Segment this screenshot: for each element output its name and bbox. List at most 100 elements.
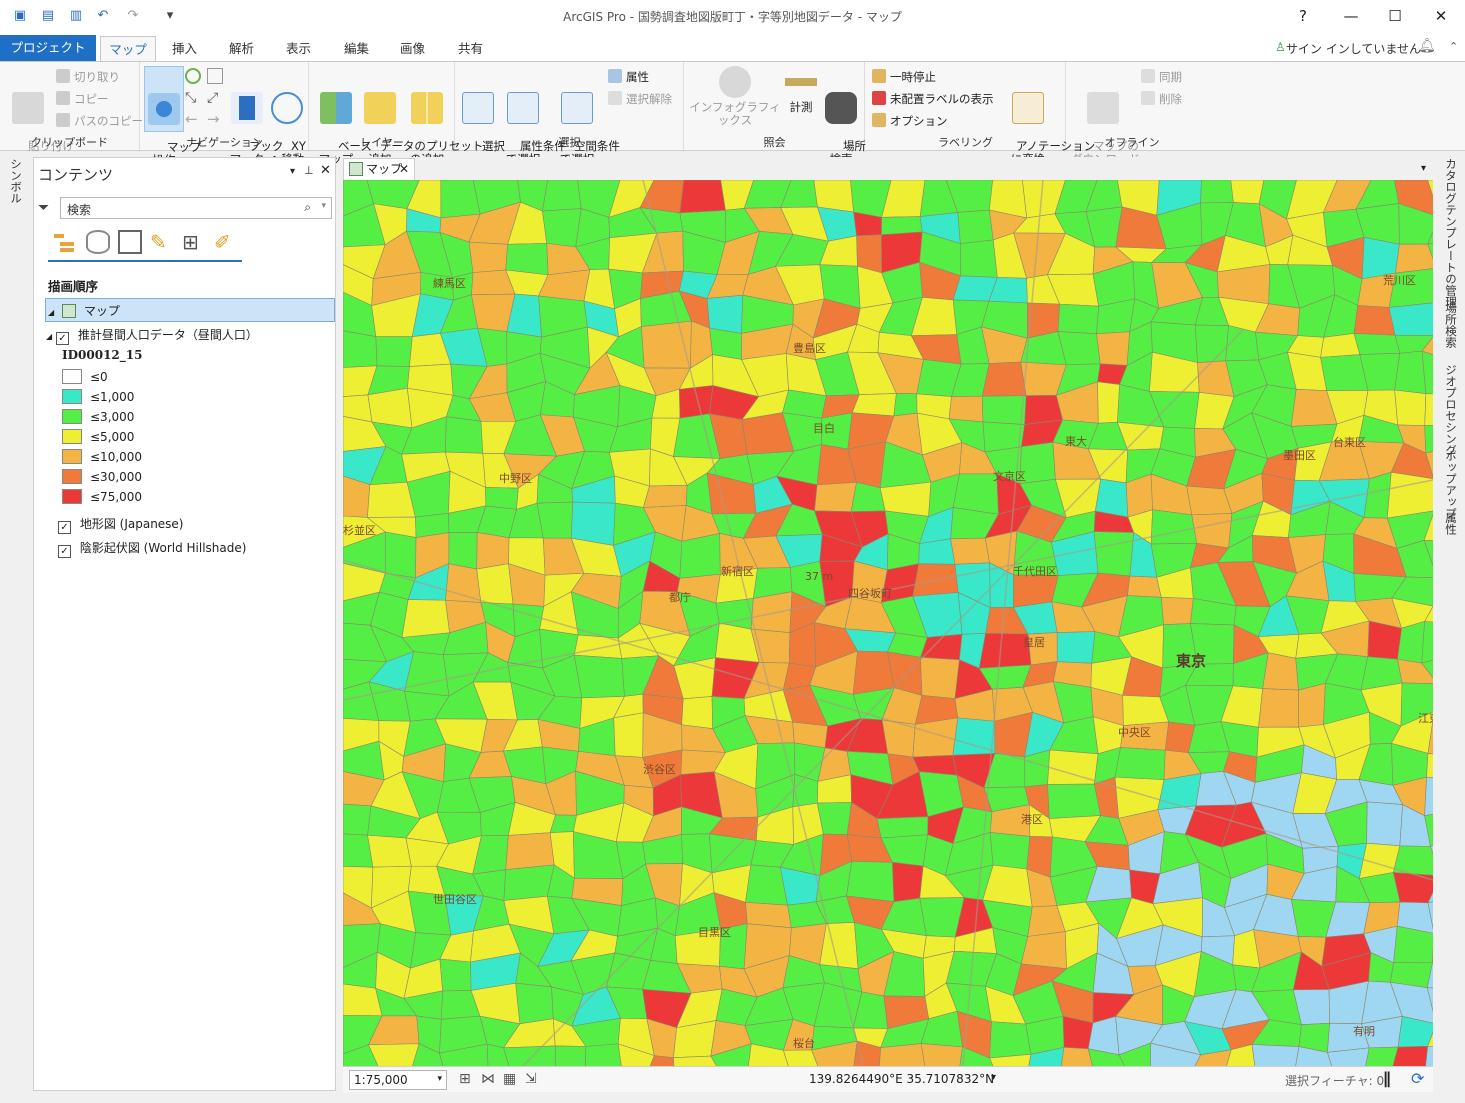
scale-dropdown-icon[interactable]: ▾ bbox=[437, 1074, 442, 1084]
copy-path-button[interactable]: パスのコピー bbox=[56, 112, 143, 130]
legend-class[interactable]: ≤75,000 bbox=[62, 489, 142, 504]
contents-search-input[interactable]: 検索 ⌕ ▾ bbox=[60, 197, 332, 219]
census-tract-polygon[interactable] bbox=[476, 563, 514, 605]
tab-symbology[interactable]: シンボル bbox=[8, 158, 24, 204]
census-tract-polygon[interactable] bbox=[960, 239, 998, 278]
census-tract-polygon[interactable] bbox=[1047, 783, 1102, 819]
census-tract-polygon[interactable] bbox=[485, 487, 519, 510]
census-tract-polygon[interactable] bbox=[719, 923, 748, 970]
census-tract-polygon[interactable] bbox=[1127, 575, 1162, 598]
census-tract-polygon[interactable] bbox=[367, 834, 412, 868]
layer-visibility-checkbox[interactable]: ✓ bbox=[58, 521, 71, 534]
coordinate-format-dropdown-icon[interactable]: ▾ bbox=[991, 1072, 996, 1083]
census-tract-polygon[interactable] bbox=[1424, 423, 1433, 454]
census-tract-polygon[interactable] bbox=[1394, 350, 1427, 395]
redo-icon[interactable]: ↷ bbox=[125, 8, 141, 24]
list-by-editing-icon[interactable]: ✎ bbox=[150, 230, 174, 254]
census-tract-polygon[interactable] bbox=[948, 395, 984, 423]
unplaced-labels-button[interactable]: 未配置ラベルの表示 bbox=[872, 90, 994, 108]
census-tract-polygon[interactable] bbox=[920, 657, 960, 699]
full-extent-icon[interactable] bbox=[185, 68, 201, 84]
census-tract-polygon[interactable] bbox=[401, 599, 450, 638]
census-tract-polygon[interactable] bbox=[375, 336, 413, 367]
census-tract-polygon[interactable] bbox=[851, 393, 897, 417]
pin-icon[interactable]: ⊥ bbox=[304, 164, 314, 177]
map-view-tab[interactable]: マップ ✕ bbox=[343, 158, 415, 180]
census-tract-polygon[interactable] bbox=[957, 209, 994, 244]
layer-visibility-checkbox[interactable]: ✓ bbox=[58, 545, 71, 558]
layer-topographic[interactable]: ✓ 地形図 (Japanese) bbox=[58, 515, 184, 534]
census-tract-polygon[interactable] bbox=[1200, 180, 1234, 204]
census-tract-polygon[interactable] bbox=[1230, 180, 1265, 205]
census-tract-polygon[interactable] bbox=[1019, 441, 1056, 484]
census-tract-polygon[interactable] bbox=[1097, 381, 1120, 424]
census-tract-polygon[interactable] bbox=[503, 1045, 556, 1066]
explore-button[interactable]: マップ 操作 bbox=[144, 66, 201, 167]
water-area[interactable] bbox=[1251, 1044, 1300, 1066]
census-tract-polygon[interactable] bbox=[515, 982, 554, 1025]
census-tract-polygon[interactable] bbox=[681, 696, 713, 730]
census-tract-polygon[interactable] bbox=[573, 634, 623, 659]
constraint-icon[interactable]: ⇲ bbox=[525, 1071, 537, 1087]
clear-selection-button[interactable]: 選択解除 bbox=[608, 90, 672, 108]
census-tract-polygon[interactable] bbox=[920, 1043, 963, 1066]
census-tract-polygon[interactable] bbox=[542, 180, 582, 212]
list-by-source-icon[interactable] bbox=[86, 230, 110, 254]
census-tract-polygon[interactable] bbox=[585, 1043, 623, 1066]
census-tract-polygon[interactable] bbox=[1114, 747, 1166, 781]
choropleth-map[interactable] bbox=[343, 180, 1433, 1066]
list-by-draw-order-icon[interactable] bbox=[52, 230, 76, 254]
next-extent-icon[interactable]: → bbox=[207, 110, 220, 128]
census-tract-polygon[interactable] bbox=[1258, 688, 1300, 728]
census-tract-polygon[interactable] bbox=[445, 563, 482, 603]
sync-button[interactable]: 同期 bbox=[1141, 68, 1182, 86]
layer-hillshade[interactable]: ✓ 陰影起伏図 (World Hillshade) bbox=[58, 539, 246, 558]
tab-catalog[interactable]: カタログ bbox=[1443, 158, 1459, 204]
tab-locate[interactable]: 場所検索 bbox=[1443, 302, 1459, 348]
census-tract-polygon[interactable] bbox=[679, 180, 726, 214]
census-tract-polygon[interactable] bbox=[570, 501, 616, 546]
fixed-zoom-icon[interactable] bbox=[207, 68, 223, 84]
census-tract-polygon[interactable] bbox=[1320, 333, 1361, 358]
tab-map[interactable]: マップ bbox=[100, 36, 156, 61]
census-tract-polygon[interactable] bbox=[814, 482, 857, 512]
legend-class[interactable]: ≤30,000 bbox=[62, 469, 142, 484]
census-tract-polygon[interactable] bbox=[1353, 305, 1396, 336]
census-tract-polygon[interactable] bbox=[1056, 631, 1096, 664]
attributes-button[interactable]: 属性 bbox=[608, 68, 649, 86]
tab-edit[interactable]: 編集 bbox=[336, 36, 377, 61]
census-tract-polygon[interactable] bbox=[1426, 753, 1433, 778]
water-area[interactable] bbox=[1366, 801, 1403, 847]
minimize-button[interactable]: — bbox=[1340, 6, 1362, 26]
legend-class[interactable]: ≤0 bbox=[62, 369, 108, 384]
census-tract-polygon[interactable] bbox=[679, 385, 714, 419]
census-tract-polygon[interactable] bbox=[1298, 682, 1326, 728]
snapping-icon[interactable]: ⋈ bbox=[481, 1071, 495, 1087]
open-project-icon[interactable]: ▤ bbox=[40, 8, 56, 24]
census-tract-polygon[interactable] bbox=[1024, 395, 1064, 425]
census-tract-polygon[interactable] bbox=[846, 860, 895, 903]
zoom-out-fixed-icon[interactable]: ⤢ bbox=[207, 90, 218, 106]
census-tract-polygon[interactable] bbox=[981, 395, 1027, 425]
census-tract-polygon[interactable] bbox=[1392, 845, 1433, 876]
legend-class[interactable]: ≤3,000 bbox=[62, 409, 134, 424]
census-tract-polygon[interactable] bbox=[978, 632, 1032, 669]
census-tract-polygon[interactable] bbox=[343, 803, 372, 836]
collapse-icon[interactable]: ◢ bbox=[48, 308, 54, 317]
census-tract-polygon[interactable] bbox=[1386, 471, 1433, 519]
census-tract-polygon[interactable] bbox=[989, 1021, 1032, 1059]
label-options-button[interactable]: オプション bbox=[872, 112, 948, 130]
census-tract-polygon[interactable] bbox=[1424, 393, 1433, 426]
census-tract-polygon[interactable] bbox=[1160, 596, 1194, 626]
maximize-button[interactable]: ☐ bbox=[1384, 6, 1406, 26]
layer-population[interactable]: ◢ ✓ 推計昼間人口データ（昼間人口） bbox=[46, 326, 258, 345]
census-tract-polygon[interactable] bbox=[881, 216, 923, 236]
save-project-icon[interactable]: ▥ bbox=[68, 8, 84, 24]
census-tract-polygon[interactable] bbox=[613, 712, 644, 758]
census-tract-polygon[interactable] bbox=[439, 958, 472, 992]
notification-icon[interactable]: 🔔︎ bbox=[1418, 38, 1436, 54]
census-tract-polygon[interactable] bbox=[343, 330, 378, 368]
select-button[interactable]: 選択 bbox=[460, 66, 505, 166]
census-tract-polygon[interactable] bbox=[679, 533, 721, 579]
grid-icon[interactable]: ▦ bbox=[503, 1071, 516, 1087]
